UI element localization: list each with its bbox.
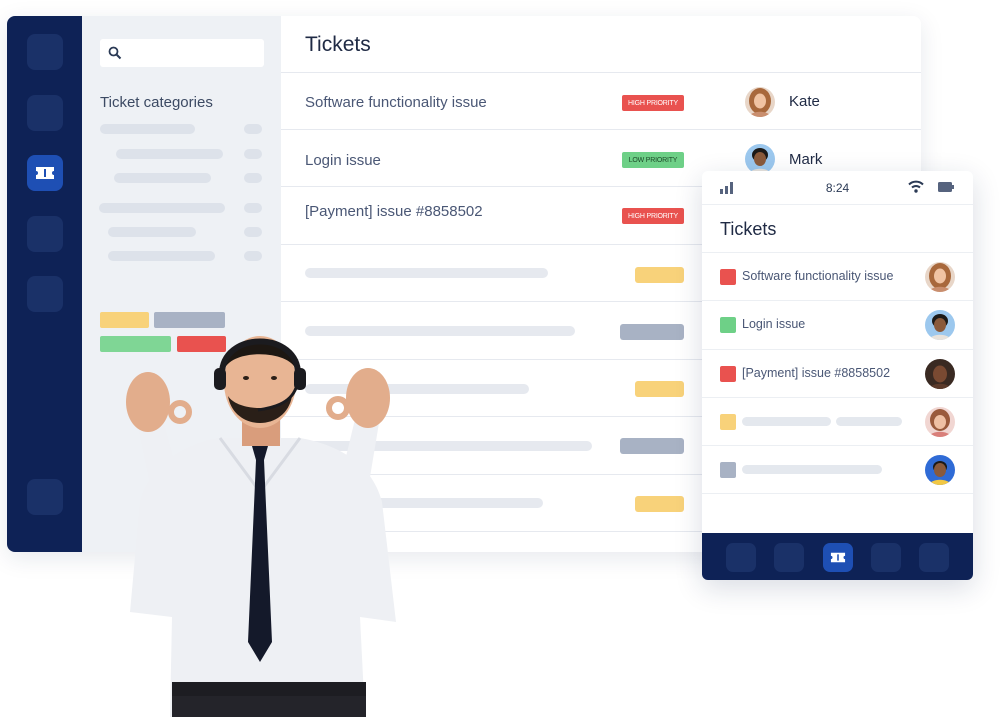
category-item[interactable] xyxy=(108,251,215,261)
avatar xyxy=(745,87,775,117)
mobile-ticket-row[interactable]: Software functionality issue xyxy=(702,252,973,300)
category-item[interactable] xyxy=(100,124,195,134)
avatar xyxy=(925,407,955,437)
tab-2[interactable] xyxy=(774,543,804,572)
mobile-app: 8:24 Tickets Software functionality issu… xyxy=(702,171,973,580)
nav-rail xyxy=(7,16,82,552)
category-count xyxy=(244,173,262,183)
category-item[interactable] xyxy=(114,173,211,183)
category-count xyxy=(244,124,262,134)
status-tag xyxy=(635,267,684,283)
ticket-icon xyxy=(36,167,54,179)
placeholder-bar xyxy=(742,465,882,474)
status-tag xyxy=(635,496,684,512)
priority-square xyxy=(720,414,736,430)
rail-item-5[interactable] xyxy=(27,276,63,312)
ticket-title: Software functionality issue xyxy=(305,94,487,111)
category-count xyxy=(244,149,262,159)
mobile-ticket-title: Software functionality issue xyxy=(742,269,894,283)
support-agent-photo xyxy=(126,336,396,717)
placeholder-bar xyxy=(742,417,831,426)
mobile-list-end xyxy=(702,493,973,533)
rail-item-4[interactable] xyxy=(27,216,63,252)
tab-1[interactable] xyxy=(726,543,756,572)
mobile-tab-bar xyxy=(702,533,973,580)
ticket-row[interactable]: Software functionality issue HIGH PRIORI… xyxy=(281,72,921,129)
status-tag xyxy=(620,324,684,340)
placeholder-bar xyxy=(836,417,902,426)
ticket-title: [Payment] issue #8858502 xyxy=(305,203,483,220)
category-count xyxy=(244,227,262,237)
priority-square xyxy=(720,269,736,285)
priority-square xyxy=(720,462,736,478)
mobile-ticket-title: [Payment] issue #8858502 xyxy=(742,366,891,380)
priority-badge: HIGH PRIORITY xyxy=(622,95,684,111)
mobile-ticket-row[interactable] xyxy=(702,397,973,445)
category-item[interactable] xyxy=(99,203,225,213)
status-time: 8:24 xyxy=(825,181,850,195)
mobile-ticket-row[interactable]: Login issue xyxy=(702,300,973,348)
priority-square xyxy=(720,317,736,333)
priority-badge: LOW PRIORITY xyxy=(622,152,684,168)
tab-tickets[interactable] xyxy=(823,543,853,572)
tab-5[interactable] xyxy=(919,543,949,572)
mobile-title: Tickets xyxy=(720,219,777,239)
status-bar: 8:24 xyxy=(702,171,973,205)
priority-badge: HIGH PRIORITY xyxy=(622,208,684,224)
mobile-ticket-row[interactable]: [Payment] issue #8858502 xyxy=(702,349,973,397)
category-count xyxy=(244,251,262,261)
ticket-title: Login issue xyxy=(305,152,381,169)
tab-4[interactable] xyxy=(871,543,901,572)
rail-item-settings[interactable] xyxy=(27,479,63,515)
avatar xyxy=(925,262,955,292)
ticket-icon xyxy=(830,552,846,563)
avatar xyxy=(925,310,955,340)
rail-item-tickets[interactable] xyxy=(27,155,63,191)
search-input[interactable] xyxy=(100,39,264,67)
avatar xyxy=(745,144,775,174)
sidebar-title: Ticket categories xyxy=(100,94,213,111)
category-item[interactable] xyxy=(108,227,196,237)
search-icon xyxy=(108,46,122,60)
priority-square xyxy=(720,366,736,382)
avatar xyxy=(925,455,955,485)
placeholder-bar xyxy=(305,268,548,278)
assignee-name: Kate xyxy=(789,93,820,110)
page-title: Tickets xyxy=(305,33,371,56)
assignee-name: Mark xyxy=(789,151,823,168)
category-count xyxy=(244,203,262,213)
rail-item-2[interactable] xyxy=(27,95,63,131)
category-item[interactable] xyxy=(116,149,223,159)
wifi-icon xyxy=(908,180,924,193)
status-tag xyxy=(635,381,684,397)
avatar xyxy=(925,359,955,389)
mobile-ticket-title: Login issue xyxy=(742,317,806,331)
battery-icon xyxy=(938,182,954,192)
rail-item-1[interactable] xyxy=(27,34,63,70)
status-tag xyxy=(620,438,684,454)
mobile-ticket-row[interactable] xyxy=(702,445,973,493)
